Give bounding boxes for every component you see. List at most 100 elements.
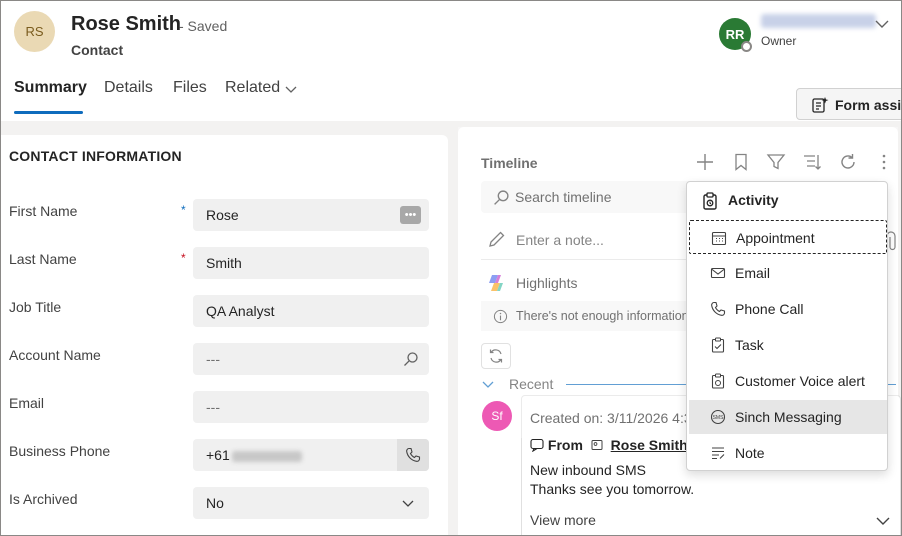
first-name-field[interactable]: Rose ••• — [193, 199, 429, 231]
mail-icon — [710, 267, 726, 279]
menu-item-label: Email — [735, 265, 771, 281]
job-title-label: Job Title — [9, 299, 62, 315]
email-field[interactable]: --- — [193, 391, 429, 423]
last-name-value: Smith — [206, 255, 242, 271]
note-input[interactable]: Enter a note... — [488, 231, 604, 248]
job-title-field[interactable]: QA Analyst — [193, 295, 429, 327]
owner-label: Owner — [761, 34, 797, 48]
info-banner: There's not enough information — [481, 301, 691, 331]
from-label: From — [547, 437, 583, 453]
presence-indicator — [741, 41, 752, 52]
menu-item-label: Appointment — [736, 230, 815, 246]
is-archived-label: Is Archived — [9, 491, 78, 507]
app-window: RS Rose Smith - Saved Contact RR Owner S… — [0, 0, 902, 536]
calendar-icon — [711, 231, 727, 246]
menu-item-label: Note — [735, 445, 765, 461]
timeline-title: Timeline — [481, 155, 538, 171]
search-icon[interactable] — [403, 351, 419, 367]
is-archived-value: No — [206, 495, 224, 511]
menu-item-label: Customer Voice alert — [735, 373, 865, 389]
menu-item-appointment[interactable]: Appointment — [689, 220, 887, 254]
record-name: Rose Smith — [71, 13, 182, 35]
menu-item-label: Phone Call — [735, 301, 804, 317]
search-icon — [494, 190, 509, 205]
contact-card-icon — [591, 440, 603, 450]
info-text: There's not enough information — [516, 309, 689, 323]
note-icon — [712, 447, 725, 460]
entity-type: Contact — [71, 42, 124, 58]
info-icon — [493, 309, 508, 324]
owner-name-redacted[interactable] — [761, 14, 876, 28]
form-assist-button[interactable]: Form assist — [796, 88, 902, 120]
divider — [481, 259, 711, 260]
bookmark-icon[interactable] — [731, 152, 751, 172]
task-icon — [711, 337, 725, 353]
menu-item-note[interactable]: Note — [689, 436, 887, 470]
recent-label: Recent — [509, 376, 554, 392]
menu-item-label: Sinch Messaging — [735, 409, 842, 425]
active-tab-indicator — [14, 111, 83, 114]
menu-item-sinch-messaging[interactable]: SMS Sinch Messaging — [689, 400, 887, 434]
menu-item-email[interactable]: Email — [689, 256, 887, 290]
tab-summary[interactable]: Summary — [14, 79, 87, 97]
tab-details[interactable]: Details — [104, 79, 153, 97]
phone-icon — [406, 447, 421, 462]
add-icon[interactable] — [695, 152, 715, 172]
menu-item-label: Task — [735, 337, 764, 353]
recent-group-header[interactable]: Recent — [481, 376, 553, 392]
business-phone-value: +61 — [206, 447, 230, 463]
post-created-on: Created on: 3/11/2026 4:3 — [530, 410, 692, 426]
phone-icon — [711, 301, 726, 316]
call-button[interactable] — [397, 439, 429, 471]
tab-files[interactable]: Files — [173, 79, 207, 97]
copilot-icon — [489, 275, 503, 291]
last-name-label: Last Name — [9, 251, 77, 267]
highlights-section[interactable]: Highlights — [486, 275, 577, 291]
email-label: Email — [9, 395, 45, 411]
from-contact-link[interactable]: Rose Smith — [611, 437, 688, 453]
filter-icon[interactable] — [766, 152, 786, 172]
first-name-value: Rose — [206, 207, 239, 223]
chevron-down-icon[interactable] — [873, 15, 891, 33]
menu-item-customer-voice-alert[interactable]: Customer Voice alert — [689, 364, 887, 398]
business-phone-label: Business Phone — [9, 443, 111, 459]
account-name-value: --- — [206, 351, 220, 367]
refresh-highlights-button[interactable] — [481, 343, 511, 369]
view-more-link[interactable]: View more — [530, 512, 596, 528]
last-name-field[interactable]: Smith — [193, 247, 429, 279]
refresh-icon[interactable] — [838, 152, 858, 172]
svg-text:SMS: SMS — [713, 415, 725, 421]
clipboard-clock-icon — [711, 373, 725, 389]
pencil-icon — [489, 231, 505, 247]
menu-item-phone-call[interactable]: Phone Call — [689, 292, 887, 326]
sms-icon — [530, 438, 544, 453]
post-from: From Rose Smith — [530, 437, 688, 453]
is-archived-select[interactable]: No — [193, 487, 429, 519]
search-timeline-input[interactable]: Search timeline — [481, 181, 701, 213]
note-placeholder: Enter a note... — [516, 232, 604, 248]
record-header: RS Rose Smith - Saved Contact RR Owner S… — [1, 1, 902, 121]
activity-avatar: Sf — [482, 401, 512, 431]
menu-header: Activity — [702, 192, 779, 210]
business-phone-field[interactable]: +61 — [193, 439, 429, 471]
more-vertical-icon[interactable] — [874, 152, 894, 172]
form-assist-label: Form assist — [835, 97, 902, 113]
activity-clipboard-icon — [703, 192, 717, 210]
tab-related[interactable]: Related — [225, 79, 280, 97]
sort-icon[interactable] — [802, 152, 822, 172]
account-name-label: Account Name — [9, 347, 101, 363]
job-title-value: QA Analyst — [206, 303, 275, 319]
account-name-field[interactable]: --- — [193, 343, 429, 375]
post-body: Thanks see you tomorrow. — [530, 481, 695, 497]
more-options-icon[interactable]: ••• — [400, 206, 421, 224]
menu-item-task[interactable]: Task — [689, 328, 887, 362]
phone-redacted — [231, 450, 302, 462]
chevron-down-icon[interactable] — [874, 512, 892, 530]
chevron-down-icon[interactable] — [284, 83, 298, 97]
required-marker: * — [181, 251, 186, 265]
search-placeholder: Search timeline — [515, 189, 612, 205]
email-value: --- — [206, 399, 220, 415]
first-name-label: First Name — [9, 203, 78, 219]
section-title: CONTACT INFORMATION — [9, 148, 182, 164]
highlights-label: Highlights — [516, 275, 578, 291]
